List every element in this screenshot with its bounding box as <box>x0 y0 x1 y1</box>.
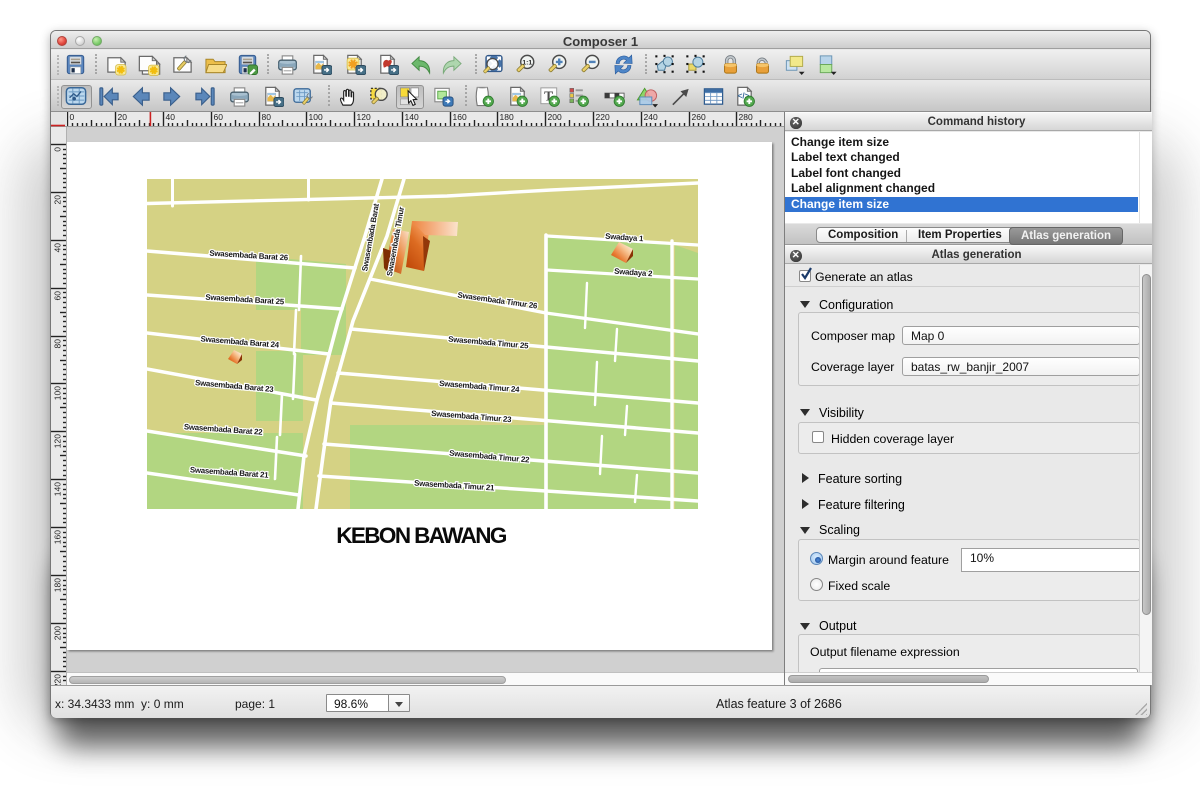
svg-text:180: 180 <box>500 112 514 122</box>
svg-text:40: 40 <box>53 243 63 253</box>
svg-text:240: 240 <box>644 112 658 122</box>
svg-text:0: 0 <box>70 112 75 122</box>
svg-text:200: 200 <box>548 112 562 122</box>
svg-text:40: 40 <box>166 112 176 122</box>
svg-text:100: 100 <box>53 386 63 400</box>
svg-text:160: 160 <box>53 530 63 544</box>
svg-text:160: 160 <box>453 112 467 122</box>
svg-text:80: 80 <box>53 339 63 349</box>
svg-text:220: 220 <box>596 112 610 122</box>
svg-text:120: 120 <box>53 434 63 448</box>
svg-text:100: 100 <box>309 112 323 122</box>
svg-text:80: 80 <box>262 112 272 122</box>
svg-text:220: 220 <box>53 674 63 685</box>
svg-text:120: 120 <box>357 112 371 122</box>
svg-text:1:1: 1:1 <box>522 59 532 66</box>
svg-text:260: 260 <box>692 112 706 122</box>
svg-text:200: 200 <box>53 626 63 640</box>
svg-text:60: 60 <box>53 291 63 301</box>
svg-text:280: 280 <box>739 112 753 122</box>
svg-text:140: 140 <box>405 112 419 122</box>
svg-text:0: 0 <box>53 147 63 152</box>
svg-text:20: 20 <box>53 195 63 205</box>
svg-text:180: 180 <box>53 578 63 592</box>
svg-text:20: 20 <box>118 112 128 122</box>
svg-text:60: 60 <box>214 112 224 122</box>
svg-text:140: 140 <box>53 482 63 496</box>
